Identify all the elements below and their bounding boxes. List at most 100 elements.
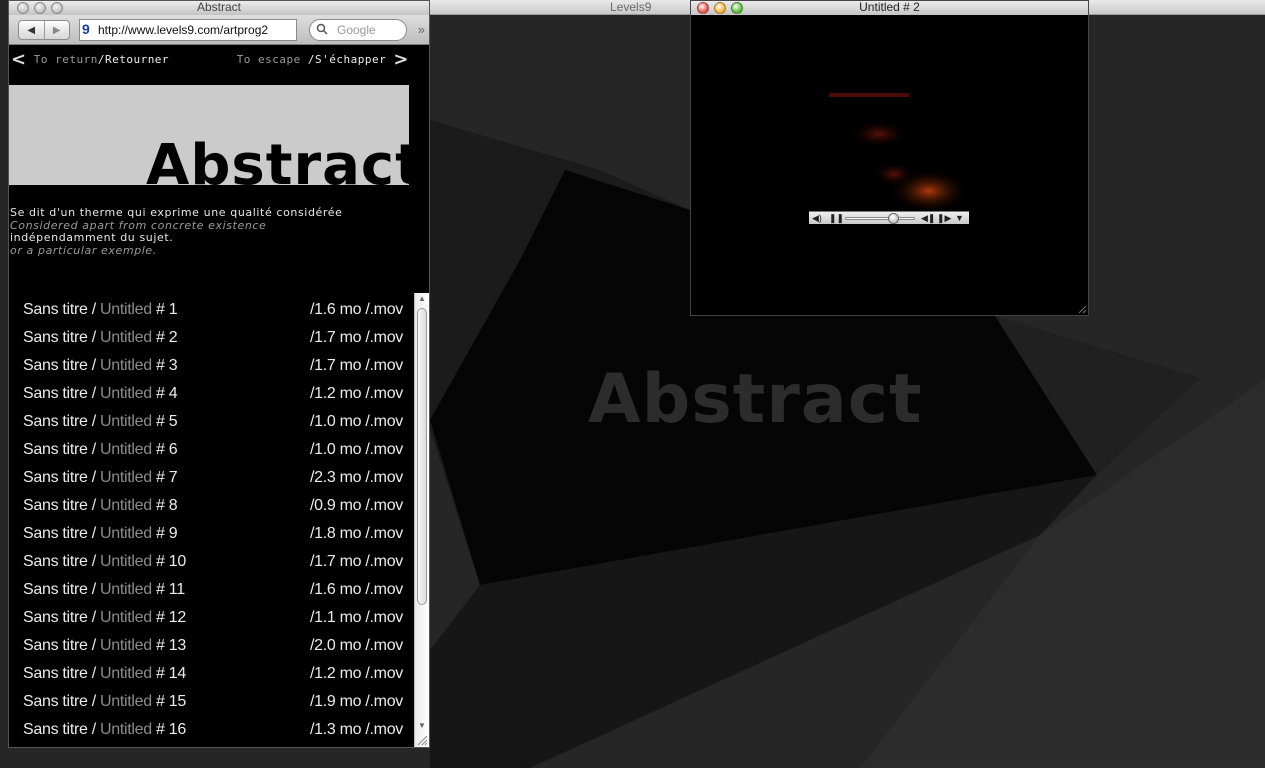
file-name-en: Untitled: [100, 553, 152, 570]
file-name-link[interactable]: Sans titre / Untitled # 12: [23, 609, 186, 627]
file-name-en: Untitled: [100, 357, 152, 374]
scroll-down-icon[interactable]: ▼: [418, 721, 426, 730]
video-file-list: Sans titre / Untitled # 1/1.6 mo /.mov Sa…: [9, 293, 415, 747]
file-number: # 12: [151, 609, 186, 626]
speaker-icon[interactable]: ◀): [812, 212, 822, 224]
file-name-sep: /: [87, 441, 101, 458]
file-name-link[interactable]: Sans titre / Untitled # 1: [23, 301, 178, 319]
file-size: /1.7 mo /.mov: [309, 357, 403, 374]
file-name-link[interactable]: Sans titre / Untitled # 16: [23, 721, 186, 739]
file-number: # 11: [151, 581, 185, 598]
file-name-fr: Sans titre: [23, 525, 88, 542]
file-number: # 5: [151, 413, 178, 430]
file-name-sep: /: [87, 357, 101, 374]
list-item[interactable]: Sans titre / Untitled # 6/1.0 mo /.mov: [23, 441, 403, 469]
file-size: /1.7 mo /.mov: [309, 329, 403, 346]
list-item[interactable]: Sans titre / Untitled # 1/1.6 mo /.mov: [23, 301, 403, 329]
playhead-knob[interactable]: [887, 213, 899, 224]
file-name-link[interactable]: Sans titre / Untitled # 6: [23, 441, 178, 459]
list-item[interactable]: Sans titre / Untitled # 2/1.7 mo /.mov: [23, 329, 403, 357]
file-name-fr: Sans titre: [23, 609, 88, 626]
search-icon: [316, 23, 328, 35]
list-item[interactable]: Sans titre / Untitled # 8/0.9 mo /.mov: [23, 497, 403, 525]
scroll-up-icon[interactable]: ▲: [418, 294, 426, 303]
file-number: # 8: [151, 497, 178, 514]
step-back-icon[interactable]: ◀❚: [921, 212, 935, 224]
file-name-fr: Sans titre: [23, 329, 88, 346]
list-item[interactable]: Sans titre / Untitled # 5/1.0 mo /.mov: [23, 413, 403, 441]
file-name-en: Untitled: [100, 721, 152, 738]
web-page: < To return/Retourner To escape /S'échap…: [9, 46, 429, 747]
file-name-link[interactable]: Sans titre / Untitled # 11: [23, 581, 185, 599]
list-item[interactable]: Sans titre / Untitled # 14/1.2 mo /.mov: [23, 665, 403, 693]
list-item[interactable]: Sans titre / Untitled # 3/1.7 mo /.mov: [23, 357, 403, 385]
list-item[interactable]: Sans titre / Untitled # 16/1.3 mo /.mov: [23, 721, 403, 747]
file-name-fr: Sans titre: [23, 357, 88, 374]
scrollbar-thumb[interactable]: [417, 308, 427, 605]
file-name-link[interactable]: Sans titre / Untitled # 5: [23, 413, 178, 431]
video-image: [809, 79, 969, 211]
page-navigation: < To return/Retourner To escape /S'échap…: [9, 49, 429, 70]
file-name-link[interactable]: Sans titre / Untitled # 15: [23, 693, 186, 711]
playback-slider[interactable]: [845, 217, 915, 220]
file-name-en: Untitled: [100, 581, 152, 598]
file-name-link[interactable]: Sans titre / Untitled # 8: [23, 497, 178, 515]
toolbar-overflow-icon[interactable]: »: [418, 22, 425, 37]
file-name-sep: /: [87, 329, 101, 346]
file-number: # 2: [151, 329, 178, 346]
definition-text: Se dit d'un therme qui exprime une quali…: [10, 206, 400, 257]
file-name-link[interactable]: Sans titre / Untitled # 10: [23, 553, 186, 571]
file-number: # 9: [151, 525, 178, 542]
browser-title: Abstract: [196, 0, 241, 14]
file-size: /1.9 mo /.mov: [309, 693, 403, 710]
file-name-sep: /: [87, 609, 101, 626]
return-link[interactable]: < To return/Retourner: [11, 49, 169, 70]
player-resize-grip-icon[interactable]: [1077, 304, 1087, 314]
back-button[interactable]: ◀: [19, 21, 44, 39]
file-name-link[interactable]: Sans titre / Untitled # 13: [23, 637, 186, 655]
file-name-en: Untitled: [100, 301, 152, 318]
pause-icon[interactable]: ❚❚: [829, 212, 844, 224]
player-titlebar[interactable]: Untitled # 2: [691, 1, 1088, 15]
resize-grip-icon[interactable]: [415, 733, 428, 746]
escape-link[interactable]: To escape /S'échapper >: [237, 49, 409, 70]
list-item[interactable]: Sans titre / Untitled # 4/1.2 mo /.mov: [23, 385, 403, 413]
step-forward-icon[interactable]: ❚▶: [937, 212, 951, 224]
file-name-link[interactable]: Sans titre / Untitled # 9: [23, 525, 178, 543]
return-arrow-icon: <: [11, 49, 27, 70]
desktop-watermark: Abstract: [588, 360, 923, 439]
back-arrow-icon: ◀: [27, 24, 36, 36]
file-number: # 14: [151, 665, 186, 682]
file-name-link[interactable]: Sans titre / Untitled # 14: [23, 665, 186, 683]
file-name-sep: /: [87, 469, 101, 486]
list-item[interactable]: Sans titre / Untitled # 15/1.9 mo /.mov: [23, 693, 403, 721]
address-field[interactable]: 9 http://www.levels9.com/artprog2: [79, 19, 297, 41]
file-name-link[interactable]: Sans titre / Untitled # 3: [23, 357, 178, 375]
file-size: /1.1 mo /.mov: [309, 609, 403, 626]
list-item[interactable]: Sans titre / Untitled # 12/1.1 mo /.mov: [23, 609, 403, 637]
file-name-en: Untitled: [100, 385, 152, 402]
file-name-link[interactable]: Sans titre / Untitled # 4: [23, 385, 178, 403]
list-item[interactable]: Sans titre / Untitled # 7/2.3 mo /.mov: [23, 469, 403, 497]
file-name-sep: /: [87, 665, 101, 682]
list-item[interactable]: Sans titre / Untitled # 10/1.7 mo /.mov: [23, 553, 403, 581]
file-size: /2.3 mo /.mov: [309, 469, 403, 486]
file-name-fr: Sans titre: [23, 665, 88, 682]
list-item[interactable]: Sans titre / Untitled # 13/2.0 mo /.mov: [23, 637, 403, 665]
search-field[interactable]: Google: [309, 19, 407, 41]
page-scrollbar[interactable]: ▲ ▼: [414, 293, 429, 747]
list-item[interactable]: Sans titre / Untitled # 11/1.6 mo /.mov: [23, 581, 403, 609]
video-frame[interactable]: [809, 79, 969, 211]
file-name-fr: Sans titre: [23, 413, 88, 430]
file-name-link[interactable]: Sans titre / Untitled # 7: [23, 469, 178, 487]
file-number: # 10: [151, 553, 186, 570]
file-size: /1.3 mo /.mov: [309, 721, 403, 738]
file-name-link[interactable]: Sans titre / Untitled # 2: [23, 329, 178, 347]
forward-button[interactable]: ▶: [43, 21, 70, 39]
list-item[interactable]: Sans titre / Untitled # 9/1.8 mo /.mov: [23, 525, 403, 553]
file-name-fr: Sans titre: [23, 581, 88, 598]
browser-titlebar[interactable]: Abstract: [9, 1, 429, 15]
movie-player-window: Untitled # 2 ◀) ❚❚ ◀❚ ❚▶ ▼: [690, 0, 1089, 316]
menu-dropdown-icon[interactable]: ▼: [955, 212, 964, 224]
file-name-sep: /: [87, 721, 101, 738]
